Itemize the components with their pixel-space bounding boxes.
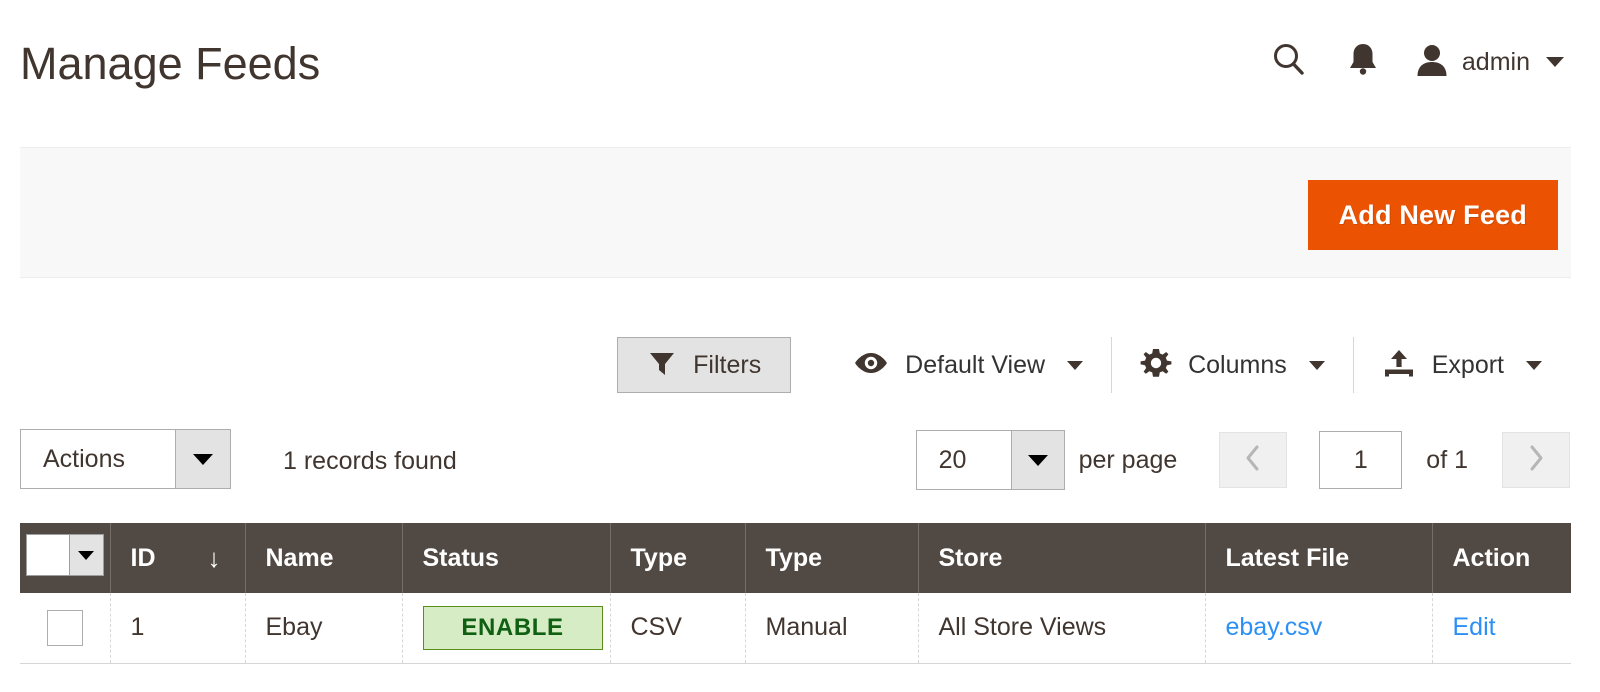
per-page-toggle[interactable] — [1010, 430, 1065, 490]
feeds-grid: ID ↓ Name Status Type Type Store Latest … — [20, 523, 1571, 664]
column-header-latest-file[interactable]: Latest File — [1205, 523, 1433, 593]
mass-actions-select[interactable]: Actions — [20, 429, 231, 489]
column-header-name[interactable]: Name — [245, 523, 403, 593]
cell-type-2: Manual — [745, 593, 919, 664]
chevron-down-icon — [1067, 360, 1084, 370]
select-all-dropdown[interactable] — [68, 535, 103, 575]
row-select-cell — [20, 593, 111, 664]
export-label: Export — [1431, 350, 1504, 379]
cell-latest-file: ebay.csv — [1205, 593, 1433, 664]
page-actions-panel: Add New Feed — [20, 147, 1571, 278]
column-header-id-label: ID — [130, 543, 156, 572]
chevron-down-icon — [78, 550, 95, 560]
table-row: 1 Ebay ENABLE CSV Manual All Store Views… — [20, 593, 1571, 664]
select-all-checkbox[interactable] — [26, 535, 69, 575]
chevron-down-icon — [1308, 360, 1325, 370]
chevron-down-icon — [1546, 57, 1564, 67]
row-checkbox[interactable] — [46, 609, 83, 646]
previous-page-button[interactable] — [1219, 432, 1288, 488]
search-button[interactable] — [1252, 36, 1326, 88]
page-title: Manage Feeds — [20, 38, 321, 89]
next-page-button[interactable] — [1502, 432, 1570, 488]
chevron-down-icon — [1526, 360, 1542, 370]
column-header-type[interactable]: Type — [610, 523, 746, 593]
latest-file-link[interactable]: ebay.csv — [1226, 613, 1323, 641]
per-page-label: per page — [1078, 445, 1178, 474]
eye-icon — [853, 350, 889, 381]
header-actions: admin — [1252, 36, 1564, 88]
columns-control[interactable]: Columns — [1111, 337, 1353, 393]
grid-controls: Actions 1 records found 20 per page 1 of… — [0, 425, 1600, 495]
cell-store: All Store Views — [918, 593, 1206, 664]
cell-type: CSV — [610, 593, 746, 664]
filters-label: Filters — [693, 350, 762, 379]
pagination: 20 per page 1 of 1 — [915, 425, 1570, 495]
page-total-label: of 1 — [1426, 445, 1468, 474]
manage-feeds-page: Manage Feeds admin Add New Feed Filters … — [0, 0, 1600, 692]
cell-status: ENABLE — [402, 593, 611, 664]
view-label: Default View — [905, 350, 1046, 379]
upload-icon — [1382, 348, 1416, 383]
status-badge: ENABLE — [422, 605, 603, 650]
columns-label: Columns — [1188, 350, 1287, 379]
feeds-table: ID ↓ Name Status Type Type Store Latest … — [20, 523, 1571, 664]
funnel-icon — [647, 348, 677, 383]
select-all-header — [20, 523, 111, 593]
notifications-button[interactable] — [1326, 36, 1400, 88]
column-header-store[interactable]: Store — [918, 523, 1206, 593]
chevron-down-icon — [1027, 454, 1048, 466]
filters-button[interactable]: Filters — [617, 337, 792, 393]
page-header: Manage Feeds admin — [0, 0, 1600, 135]
user-menu[interactable]: admin — [1400, 42, 1564, 83]
bell-icon — [1345, 40, 1381, 85]
chevron-right-icon — [1525, 443, 1547, 478]
export-control[interactable]: Export — [1352, 337, 1570, 393]
per-page-value: 20 — [915, 430, 1011, 490]
per-page-select[interactable]: 20 — [915, 430, 1065, 490]
search-icon — [1269, 40, 1309, 85]
edit-link[interactable]: Edit — [1453, 613, 1496, 641]
chevron-left-icon — [1242, 443, 1264, 478]
column-header-type-2[interactable]: Type — [745, 523, 919, 593]
column-header-id[interactable]: ID ↓ — [110, 523, 246, 593]
chevron-down-icon — [193, 453, 213, 465]
table-header-row: ID ↓ Name Status Type Type Store Latest … — [20, 523, 1571, 593]
gear-icon — [1140, 347, 1172, 384]
cell-id: 1 — [110, 593, 246, 664]
user-avatar-icon — [1414, 42, 1450, 83]
records-found-label: 1 records found — [283, 447, 457, 475]
sort-desc-icon: ↓ — [207, 543, 221, 573]
user-name: admin — [1461, 47, 1530, 76]
add-new-feed-button[interactable]: Add New Feed — [1307, 180, 1558, 250]
mass-actions-label: Actions — [20, 429, 175, 489]
grid-toolbar: Filters Default View Columns Export — [0, 330, 1600, 400]
column-header-action: Action — [1432, 523, 1571, 593]
select-all-control[interactable] — [25, 534, 104, 576]
cell-name: Ebay — [245, 593, 403, 664]
mass-actions-toggle[interactable] — [175, 429, 231, 489]
page-number-input[interactable]: 1 — [1319, 431, 1403, 489]
cell-action: Edit — [1432, 593, 1571, 664]
column-header-status[interactable]: Status — [402, 523, 611, 593]
view-bookmarks-control[interactable]: Default View — [825, 337, 1111, 393]
